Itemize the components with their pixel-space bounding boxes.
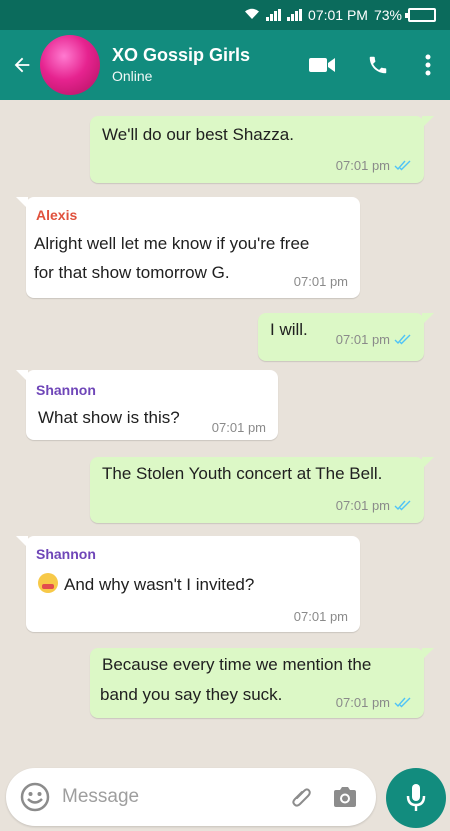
signal-icon xyxy=(266,9,282,21)
message-text: I will. xyxy=(270,320,308,339)
attach-icon[interactable] xyxy=(282,777,322,817)
status-time: 07:01 PM xyxy=(308,7,368,23)
avatar[interactable] xyxy=(40,35,100,95)
double-check-icon xyxy=(394,500,411,511)
message-meta: 07:01 pm xyxy=(294,609,348,624)
message-time: 07:01 pm xyxy=(293,609,348,624)
double-check-icon xyxy=(394,334,411,345)
blush-emoji-icon xyxy=(38,573,58,593)
message-bubble-incoming[interactable]: Shannon What show is this? 07:01 pm xyxy=(16,370,278,440)
camera-icon[interactable] xyxy=(328,777,362,817)
message-time: 07:01 pm xyxy=(335,158,390,173)
back-arrow-icon[interactable] xyxy=(4,30,40,100)
signal-icon-2 xyxy=(287,9,303,21)
message-time: 07:01 pm xyxy=(211,420,266,435)
composer xyxy=(0,760,450,831)
chat-title: XO Gossip Girls xyxy=(112,45,251,65)
message-meta: 07:01 pm xyxy=(336,695,412,710)
sender-name: Shannon xyxy=(36,382,96,398)
message-text-row: And why wasn't I invited? xyxy=(38,570,254,600)
double-check-icon xyxy=(394,160,411,171)
message-text-line: Alright well let me know if you're free xyxy=(34,234,310,253)
more-vert-icon[interactable] xyxy=(406,30,450,100)
emoji-icon[interactable] xyxy=(18,780,52,814)
chat-title-block[interactable]: XO Gossip Girls Online xyxy=(112,44,294,86)
battery-percent: 73% xyxy=(373,7,402,23)
message-bubble-incoming[interactable]: Alexis Alright well let me know if you'r… xyxy=(16,197,360,298)
video-call-icon[interactable] xyxy=(294,30,350,100)
message-bubble-outgoing[interactable]: We'll do our best Shazza. 07:01 pm xyxy=(90,116,434,183)
message-time: 07:01 pm xyxy=(293,274,348,289)
message-time: 07:01 pm xyxy=(335,695,390,710)
sender-name: Shannon xyxy=(36,546,96,562)
message-text-line: for that show tomorrow G. xyxy=(34,263,230,282)
message-time: 07:01 pm xyxy=(335,498,390,513)
phone-icon[interactable] xyxy=(350,30,406,100)
message-meta: 07:01 pm xyxy=(212,420,266,435)
status-bar: 07:01 PM 73% xyxy=(0,0,450,30)
message-box[interactable] xyxy=(6,768,376,826)
message-bubble-outgoing[interactable]: I will. 07:01 pm xyxy=(258,313,434,361)
message-bubble-outgoing[interactable]: The Stolen Youth concert at The Bell. 07… xyxy=(90,457,434,523)
mic-button[interactable] xyxy=(386,768,446,828)
chat-status: Online xyxy=(112,68,153,84)
message-bubble-incoming[interactable]: Shannon And why wasn't I invited? 07:01 … xyxy=(16,536,360,632)
wifi-icon xyxy=(244,7,260,23)
message-meta: 07:01 pm xyxy=(294,274,348,289)
message-text: And why wasn't I invited? xyxy=(64,575,255,594)
message-text: We'll do our best Shazza. xyxy=(102,125,294,144)
message-bubble-outgoing[interactable]: Because every time we mention the band y… xyxy=(90,648,434,718)
battery-icon xyxy=(405,8,436,22)
message-input[interactable] xyxy=(62,786,272,808)
message-text-line: Because every time we mention the xyxy=(102,655,372,674)
sender-name: Alexis xyxy=(36,207,78,223)
double-check-icon xyxy=(394,697,411,708)
message-text: What show is this? xyxy=(38,408,180,427)
chat-header: XO Gossip Girls Online xyxy=(0,30,450,100)
message-meta: 07:01 pm xyxy=(336,158,412,173)
message-meta: 07:01 pm xyxy=(336,332,412,347)
message-time: 07:01 pm xyxy=(335,332,390,347)
message-meta: 07:01 pm xyxy=(336,498,412,513)
message-list[interactable]: We'll do our best Shazza. 07:01 pm Alexi… xyxy=(0,100,450,760)
message-text: The Stolen Youth concert at The Bell. xyxy=(102,464,383,483)
mic-icon xyxy=(406,784,426,811)
message-text-line: band you say they suck. xyxy=(100,685,283,704)
